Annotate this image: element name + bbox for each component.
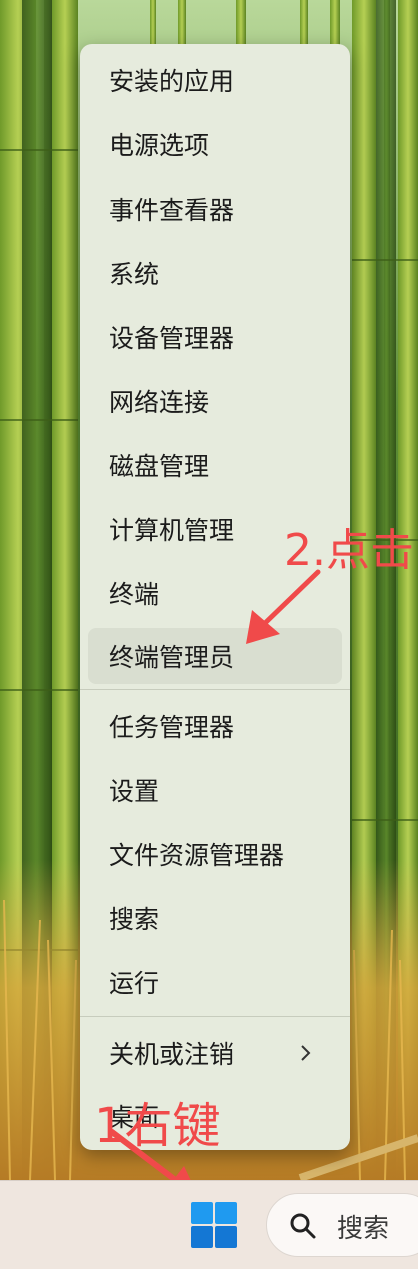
menu-item-label: 运行 — [109, 969, 160, 998]
menu-item-label: 文件资源管理器 — [109, 841, 285, 870]
menu-item-label: 关机或注销 — [109, 1040, 235, 1069]
annotation-step1-text: 1右键 — [94, 1098, 221, 1154]
menu-item-label: 磁盘管理 — [109, 452, 210, 481]
menu-item-terminal-admin[interactable]: 终端管理员 — [88, 628, 342, 684]
menu-item-label: 安装的应用 — [109, 67, 235, 96]
menu-item-label: 事件查看器 — [109, 196, 235, 225]
menu-item-network-connections[interactable]: 网络连接 — [88, 373, 342, 429]
menu-item-label: 设备管理器 — [109, 324, 235, 353]
start-button[interactable] — [186, 1199, 242, 1255]
menu-item-label: 终端 — [109, 580, 160, 609]
windows-logo-icon — [191, 1202, 237, 1252]
menu-item-label: 搜索 — [109, 905, 160, 934]
menu-item-settings[interactable]: 设置 — [88, 762, 342, 818]
search-icon — [289, 1212, 317, 1240]
menu-item-device-manager[interactable]: 设备管理器 — [88, 309, 342, 365]
menu-item-label: 网络连接 — [109, 388, 210, 417]
menu-item-event-viewer[interactable]: 事件查看器 — [88, 181, 342, 237]
menu-item-label: 计算机管理 — [109, 516, 235, 545]
menu-item-disk-management[interactable]: 磁盘管理 — [88, 437, 342, 493]
search-label: 搜索 — [337, 1214, 390, 1244]
menu-item-label: 系统 — [109, 260, 160, 289]
annotation-step2-text: 2.点击 — [284, 525, 414, 576]
menu-item-run[interactable]: 运行 — [88, 954, 342, 1010]
menu-item-search[interactable]: 搜索 — [88, 890, 342, 946]
menu-item-label: 任务管理器 — [109, 713, 235, 742]
menu-separator — [80, 689, 350, 690]
taskbar: 搜索 — [0, 1180, 418, 1269]
chevron-right-icon — [296, 1041, 316, 1065]
menu-item-system[interactable]: 系统 — [88, 245, 342, 301]
taskbar-search-box[interactable]: 搜索 — [266, 1193, 418, 1257]
menu-item-power-options[interactable]: 电源选项 — [88, 116, 342, 172]
menu-item-installed-apps[interactable]: 安装的应用 — [88, 52, 342, 108]
menu-item-label: 设置 — [109, 777, 160, 806]
menu-separator — [80, 1016, 350, 1017]
menu-item-label: 终端管理员 — [109, 643, 235, 672]
menu-item-task-manager[interactable]: 任务管理器 — [88, 698, 342, 754]
start-context-menu: 安装的应用 电源选项 事件查看器 系统 设备管理器 网络连接 磁盘管理 计算机管… — [80, 44, 350, 1150]
menu-item-shutdown-signout[interactable]: 关机或注销 — [88, 1025, 342, 1081]
menu-item-file-explorer[interactable]: 文件资源管理器 — [88, 826, 342, 882]
menu-item-label: 电源选项 — [109, 131, 210, 160]
